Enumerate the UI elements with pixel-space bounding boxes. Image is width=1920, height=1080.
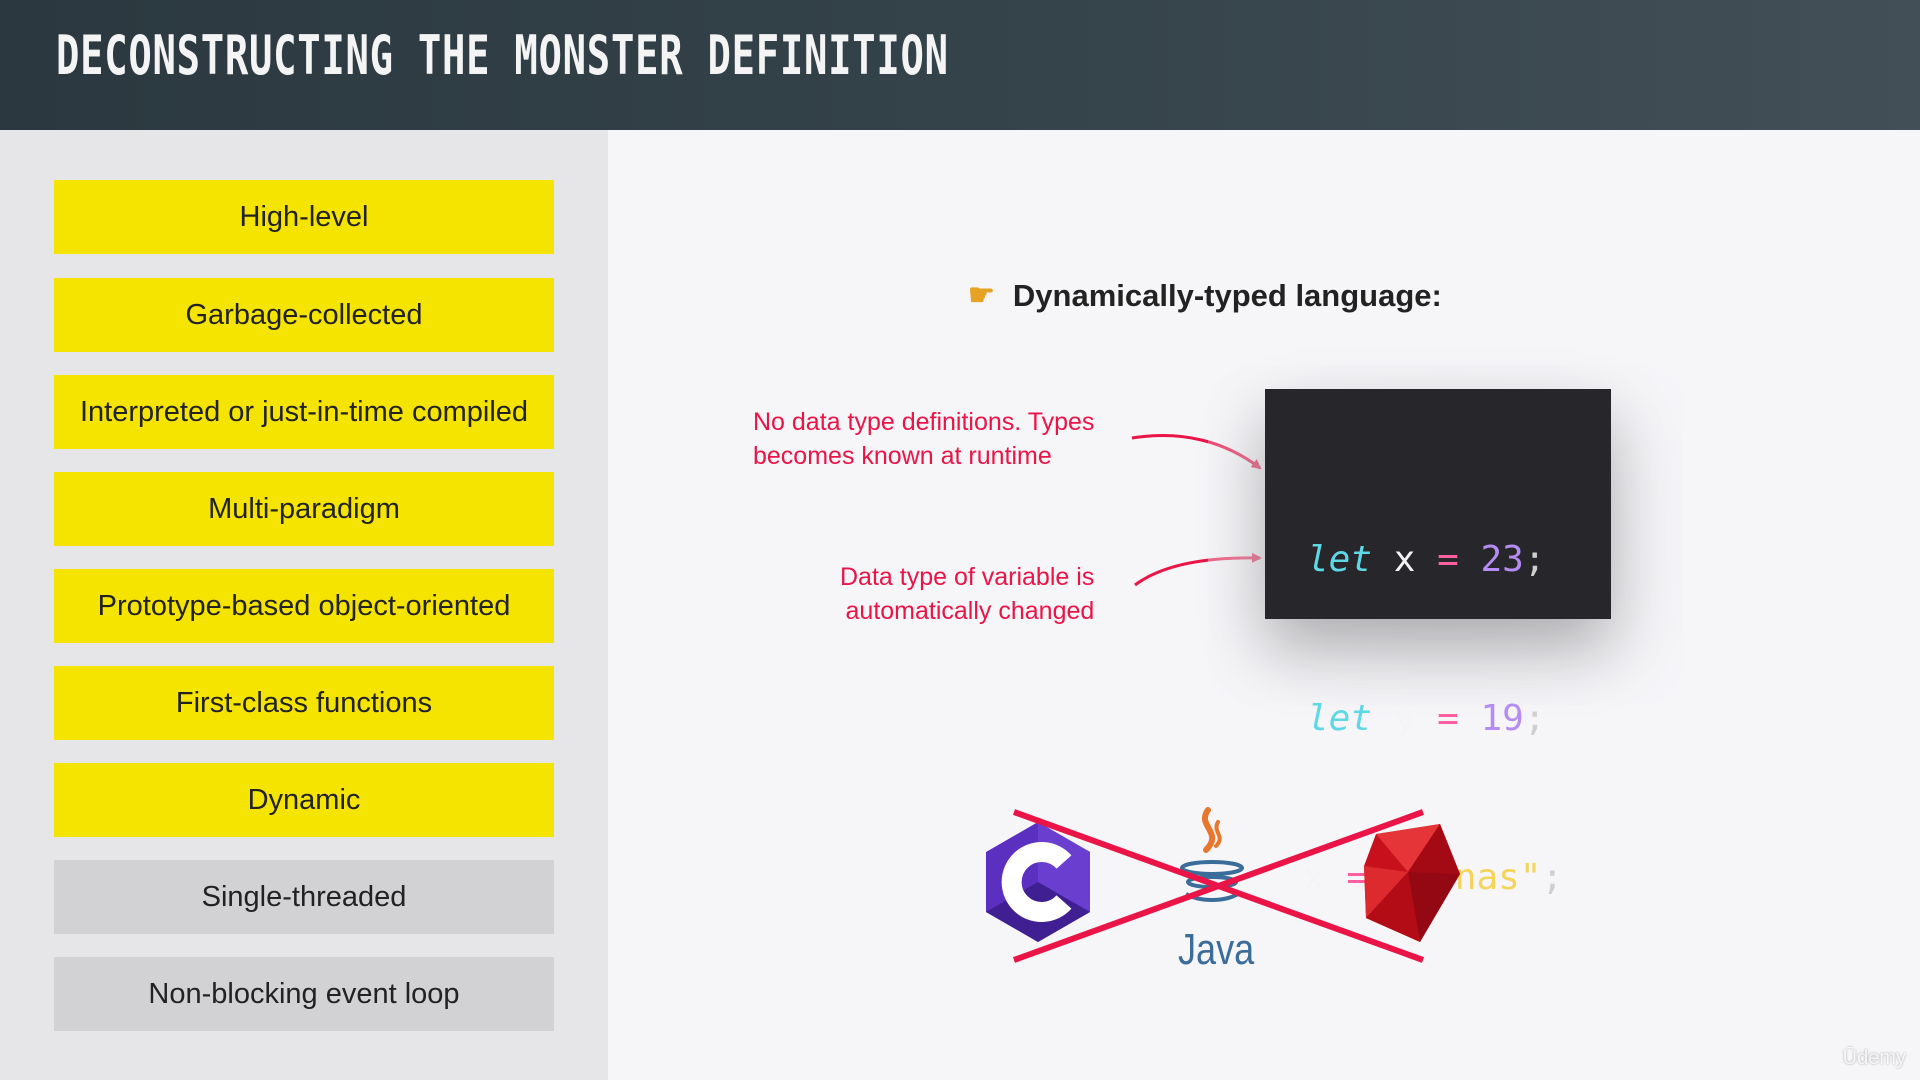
- code-semicolon: ;: [1541, 857, 1564, 898]
- static-languages-crossed-out: Java: [968, 790, 1468, 974]
- feature-dynamic: Dynamic: [54, 763, 554, 837]
- page-title: Deconstructing the monster definition: [56, 24, 949, 87]
- feature-high-level: High-level: [54, 180, 554, 254]
- code-line-2: let y = 19;: [1307, 692, 1611, 745]
- code-keyword: let: [1307, 698, 1373, 739]
- code-number: 23: [1480, 539, 1524, 580]
- csharp-logo: [986, 822, 1090, 942]
- code-block: let x = 23; let y = 19; x = "Jonas";: [1265, 389, 1611, 898]
- code-variable: y: [1393, 698, 1416, 739]
- annotation-type-changed: Data type of variable is automatically c…: [840, 563, 1095, 625]
- feature-single-threaded: Single-threaded: [54, 860, 554, 934]
- feature-sidebar: High-level Garbage-collected Interpreted…: [0, 130, 608, 1080]
- feature-prototype-oop: Prototype-based object-oriented: [54, 569, 554, 643]
- code-operator: =: [1437, 698, 1459, 739]
- annotation-no-type-definitions: No data type definitions. Types becomes …: [753, 408, 1095, 470]
- code-number: 19: [1480, 698, 1524, 739]
- code-semicolon: ;: [1523, 539, 1546, 580]
- code-operator: =: [1437, 539, 1459, 580]
- main-content: ☛ Dynamically-typed language: No data ty…: [608, 130, 1920, 1080]
- pointing-hand-icon: ☛: [968, 279, 995, 312]
- code-line-1: let x = 23;: [1307, 533, 1611, 586]
- code-variable: x: [1393, 539, 1416, 580]
- subtitle-row: ☛ Dynamically-typed language:: [968, 278, 1442, 314]
- feature-multi-paradigm: Multi-paradigm: [54, 472, 554, 546]
- java-logo-label: Java: [1178, 925, 1255, 974]
- feature-interpreted-jit: Interpreted or just-in-time compiled: [54, 375, 554, 449]
- ruby-logo: [1364, 824, 1460, 942]
- code-semicolon: ;: [1523, 698, 1546, 739]
- subtitle: Dynamically-typed language:: [1012, 278, 1442, 313]
- feature-first-class-functions: First-class functions: [54, 666, 554, 740]
- feature-garbage-collected: Garbage-collected: [54, 278, 554, 352]
- slide: Deconstructing the monster definition Hi…: [0, 0, 1920, 1080]
- feature-non-blocking-event-loop: Non-blocking event loop: [54, 957, 554, 1031]
- code-keyword: let: [1307, 539, 1373, 580]
- udemy-watermark: Ūdemy: [1842, 1047, 1906, 1069]
- header-bar: Deconstructing the monster definition: [0, 0, 1920, 130]
